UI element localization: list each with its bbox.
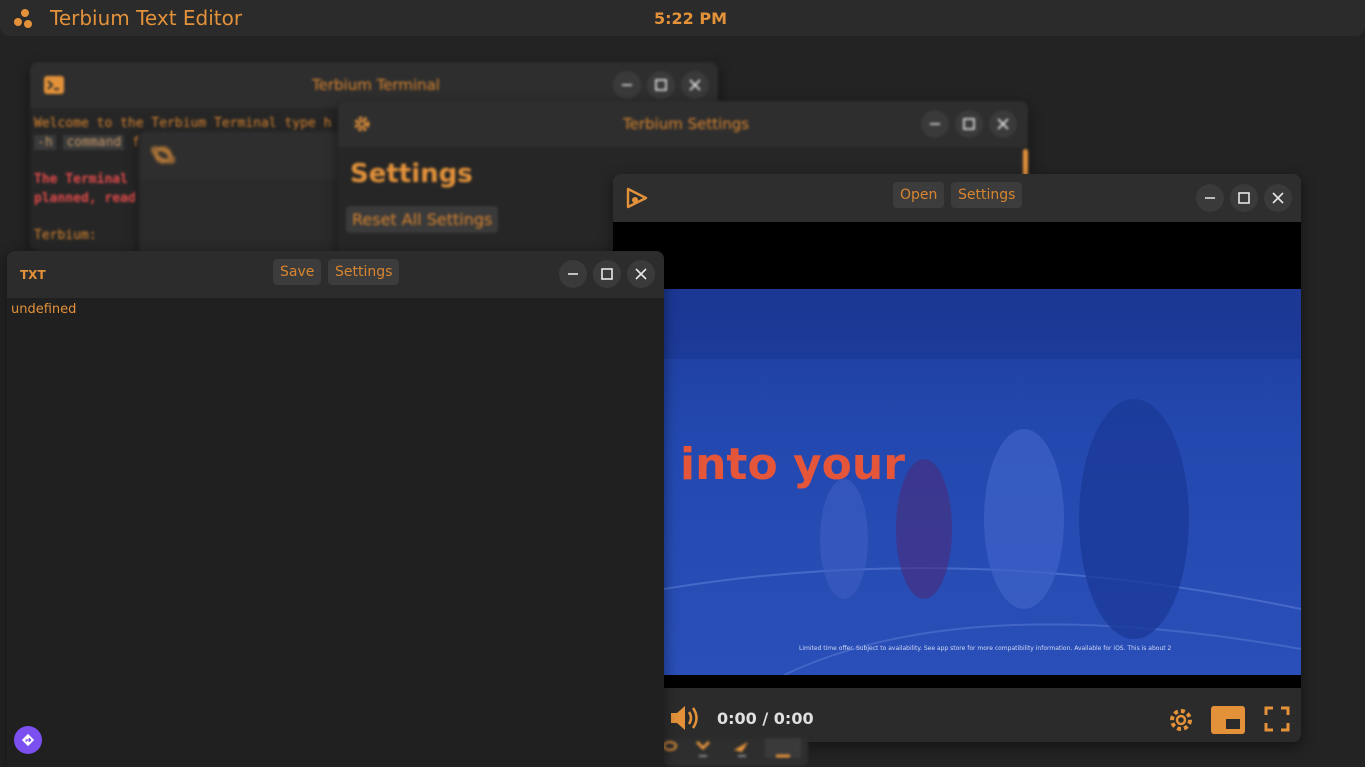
video-player-logo-icon bbox=[626, 187, 648, 209]
editor-minimize-button[interactable] bbox=[559, 260, 587, 288]
terminal-code: command bbox=[63, 135, 125, 150]
terminal-title: Terbium Terminal bbox=[312, 76, 440, 94]
dock bbox=[662, 738, 808, 766]
minimize-icon bbox=[930, 123, 940, 125]
settings-gear-icon[interactable] bbox=[1167, 706, 1195, 734]
terminal-icon bbox=[44, 76, 64, 94]
editor-textarea[interactable]: undefined bbox=[11, 302, 76, 317]
text-editor-window[interactable]: TXT Save Settings undefined bbox=[7, 251, 664, 767]
terminal-close-button[interactable] bbox=[681, 71, 709, 99]
settings-heading: Settings bbox=[350, 159, 473, 189]
settings-close-button[interactable] bbox=[989, 110, 1017, 138]
editor-maximize-button[interactable] bbox=[593, 260, 621, 288]
dock-icons[interactable] bbox=[662, 738, 808, 766]
settings-minimize-button[interactable] bbox=[921, 110, 949, 138]
video-overlay-text: into your bbox=[680, 439, 905, 490]
clock[interactable]: 5:22 PM bbox=[654, 9, 727, 28]
video-fine-print: Limited time offer. Subject to availabil… bbox=[799, 645, 1172, 652]
terminal-maximize-button[interactable] bbox=[647, 71, 675, 99]
terminal-minimize-button[interactable] bbox=[613, 71, 641, 99]
picture-in-picture-icon[interactable] bbox=[1211, 706, 1245, 734]
minimize-icon bbox=[622, 84, 632, 86]
minimize-icon bbox=[1205, 197, 1215, 199]
top-bar: Terbium Text Editor 5:22 PM bbox=[0, 0, 1365, 36]
fullscreen-icon[interactable] bbox=[1264, 706, 1290, 732]
txt-badge: TXT bbox=[20, 268, 46, 282]
editor-close-button[interactable] bbox=[627, 260, 655, 288]
save-button[interactable]: Save bbox=[273, 259, 322, 285]
close-icon bbox=[1272, 192, 1284, 204]
video-player-titlebar[interactable]: Open Settings bbox=[613, 174, 1301, 222]
maximize-icon bbox=[1238, 192, 1250, 204]
active-app-title: Terbium Text Editor bbox=[50, 6, 243, 30]
assistant-button[interactable] bbox=[14, 726, 42, 754]
maximize-icon bbox=[655, 79, 667, 91]
video-minimize-button[interactable] bbox=[1196, 184, 1224, 212]
reset-all-settings-button[interactable]: Reset All Settings bbox=[346, 206, 499, 233]
maximize-icon bbox=[601, 268, 613, 280]
settings-scrollbar[interactable] bbox=[1023, 149, 1028, 177]
close-icon bbox=[689, 79, 701, 91]
terminal-code: -h bbox=[34, 135, 56, 150]
volume-icon[interactable] bbox=[669, 704, 701, 732]
settings-maximize-button[interactable] bbox=[955, 110, 983, 138]
video-frame[interactable]: into your Limited time offer. Subject to… bbox=[664, 289, 1301, 675]
maximize-icon bbox=[963, 118, 975, 130]
open-button[interactable]: Open bbox=[893, 182, 945, 208]
text-editor-titlebar[interactable]: TXT Save Settings bbox=[7, 251, 664, 298]
editor-settings-button[interactable]: Settings bbox=[328, 259, 400, 285]
close-icon bbox=[997, 118, 1009, 130]
close-icon bbox=[635, 268, 647, 280]
video-player-window[interactable]: Open Settings into your Limited time off… bbox=[613, 174, 1301, 742]
terbium-logo-icon[interactable] bbox=[12, 7, 34, 29]
browser-titlebar[interactable] bbox=[139, 131, 349, 179]
playback-time: 0:00 / 0:00 bbox=[717, 709, 814, 728]
browser-window[interactable] bbox=[139, 131, 349, 257]
video-maximize-button[interactable] bbox=[1230, 184, 1258, 212]
diamond-navigate-icon bbox=[21, 733, 35, 747]
video-settings-button[interactable]: Settings bbox=[951, 182, 1023, 208]
settings-titlebar[interactable]: Terbium Settings bbox=[338, 101, 1028, 147]
planet-icon bbox=[151, 147, 175, 163]
video-close-button[interactable] bbox=[1264, 184, 1292, 212]
minimize-icon bbox=[568, 273, 578, 275]
gear-icon bbox=[354, 116, 370, 132]
video-controls: 0:00 / 0:00 bbox=[613, 688, 1301, 742]
settings-title: Terbium Settings bbox=[623, 115, 750, 133]
